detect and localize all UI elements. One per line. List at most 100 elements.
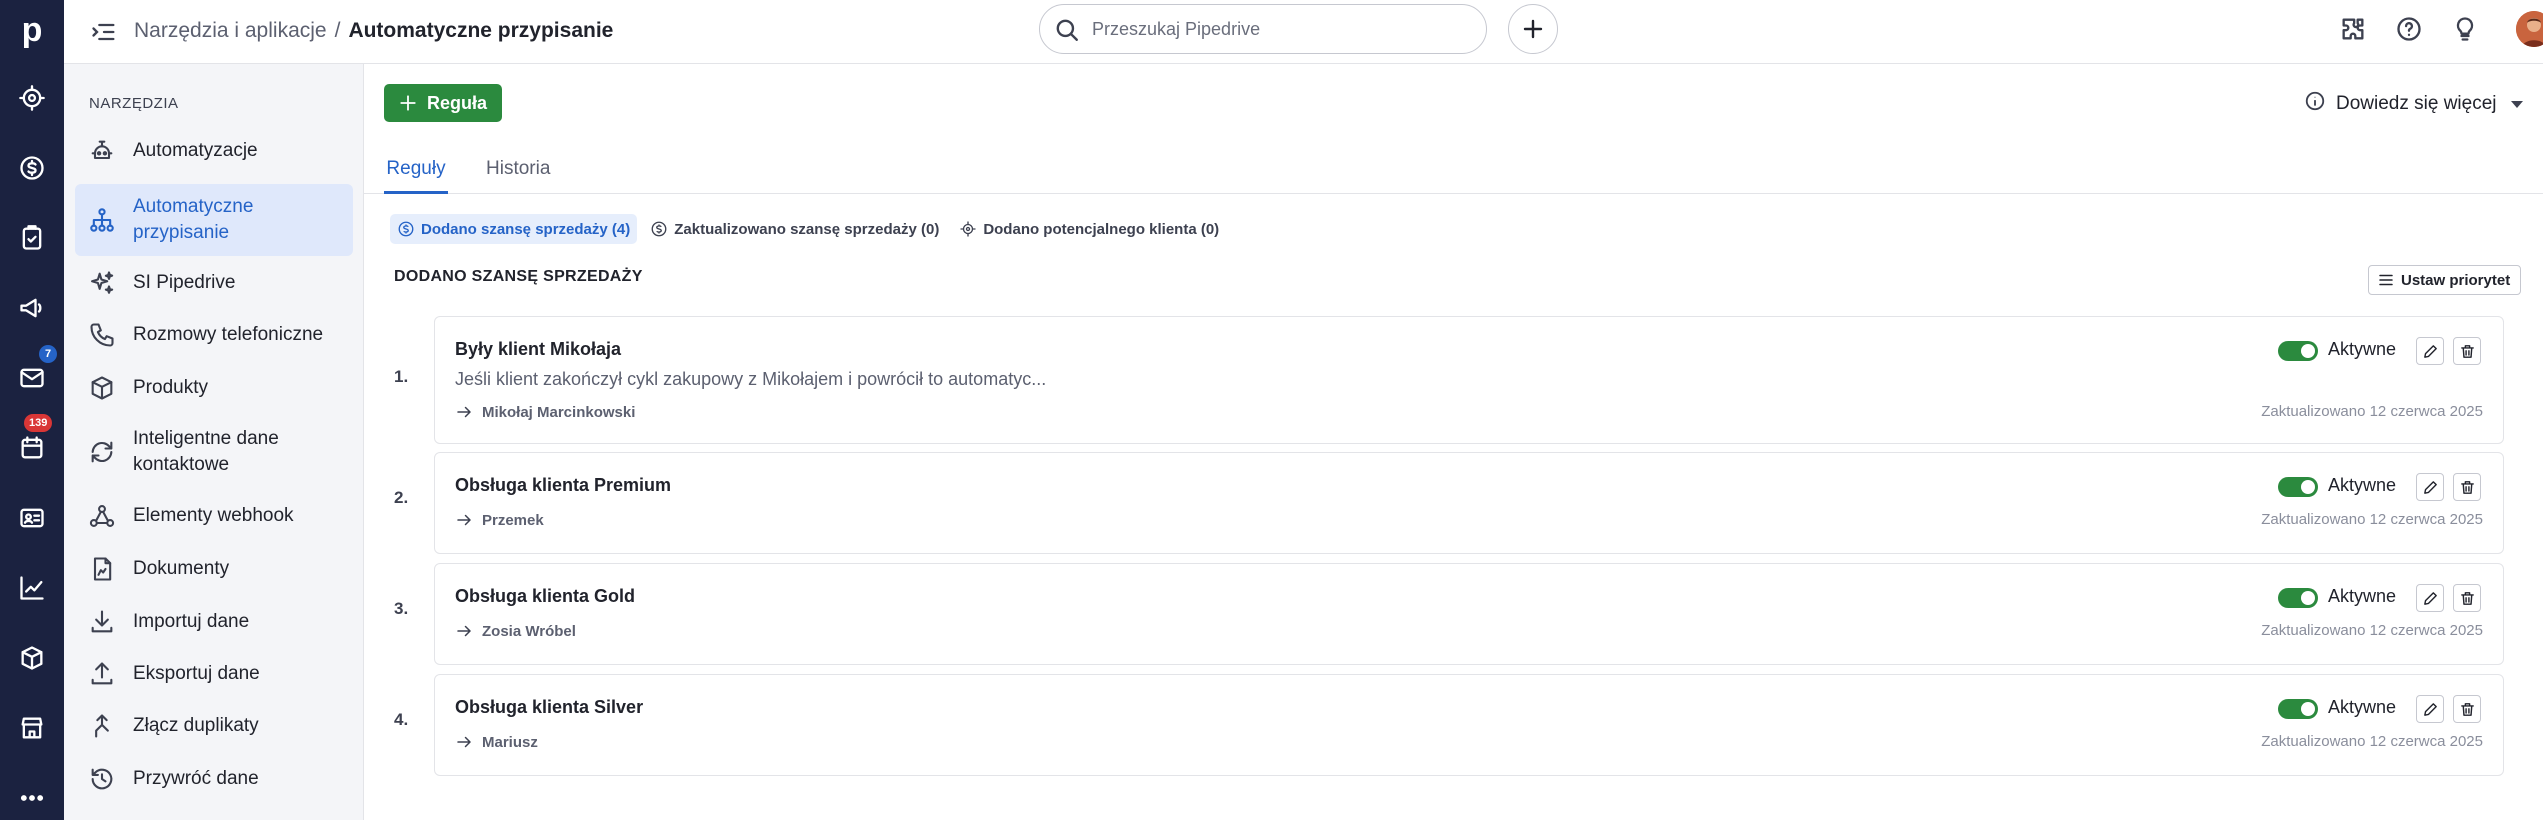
edit-rule-button[interactable] [2416,337,2444,365]
sidebar-item-label: SI Pipedrive [133,272,236,293]
rule-active-toggle[interactable] [2278,341,2318,361]
breadcrumb-parent-link[interactable]: Narzędzia i aplikacje [134,19,327,42]
sidebar-item-label: Elementy webhook [133,505,294,526]
dollar-icon [398,221,414,237]
rule-card[interactable]: Obsługa klienta Gold Zosia Wróbel Aktywn… [434,563,2504,665]
sidebar-item-zlacz-duplikaty[interactable]: Złącz duplikaty [75,705,353,747]
rule-name: Były klient Mikołaja [455,339,622,359]
section-title: DODANO SZANSĘ SPRZEDAŻY [394,268,643,285]
rule-card[interactable]: Obsługa klienta Silver Mariusz Aktywne Z… [434,674,2504,776]
add-rule-button[interactable]: Reguła [384,84,502,122]
chevron-down-icon [2510,100,2523,108]
sidebar-item-importuj-dane[interactable]: Importuj dane [75,601,353,643]
edit-rule-button[interactable] [2416,473,2444,501]
menu-collapse-icon[interactable] [90,18,118,46]
rule-name: Obsługa klienta Gold [455,586,636,606]
rule-assignee: Zosia Wróbel [455,622,576,640]
more-icon[interactable] [14,780,50,816]
megaphone-icon[interactable] [14,290,50,326]
rule-assignee: Przemek [455,511,544,529]
global-add-button[interactable] [1508,4,1558,54]
box-icon [84,374,120,402]
webhook-icon [84,502,120,530]
sidebar-item-label: Automatyzacje [133,140,258,161]
refresh-icon [84,438,120,466]
box-icon[interactable] [14,640,50,676]
sidebar-item-przywroc-dane[interactable]: Przywróć dane [75,758,353,800]
mail-badge: 7 [39,345,57,363]
arrow-right-icon [457,514,471,526]
filter-lead-added[interactable]: Dodano potencjalnego klienta (0) [952,214,1226,244]
target-icon[interactable] [14,80,50,116]
lightbulb-icon[interactable] [2450,14,2480,44]
merge-icon [84,712,120,740]
rule-active-toggle[interactable] [2278,477,2318,497]
rule-active-toggle[interactable] [2278,588,2318,608]
filter-deal-updated[interactable]: Zaktualizowano szansę sprzedaży (0) [643,214,946,244]
search-box[interactable] [1039,4,1487,54]
rule-active-toggle[interactable] [2278,699,2318,719]
rule-assignee-name: Zosia Wróbel [482,622,576,640]
edit-rule-button[interactable] [2416,695,2444,723]
sidebar-item-inteligentne-dane-kontaktowe[interactable]: Inteligentne dane kontaktowe [75,420,353,484]
rule-name: Obsługa klienta Premium [455,475,672,495]
sidebar-item-label: Rozmowy telefoniczne [133,324,324,345]
rule-card[interactable]: Były klient Mikołaja Jeśli klient zakońc… [434,316,2504,444]
user-avatar[interactable] [2516,11,2543,47]
phone-icon [84,321,120,349]
mail-icon[interactable] [14,360,50,396]
rule-card[interactable]: Obsługa klienta Premium Przemek Aktywne … [434,452,2504,554]
arrow-right-icon [457,736,471,748]
rule-number: 4. [394,710,409,729]
sidebar-item-si-pipedrive[interactable]: SI Pipedrive [75,262,353,304]
sidebar-item-dokumenty[interactable]: Dokumenty [75,548,353,590]
sidebar-item-produkty[interactable]: Produkty [75,367,353,409]
robot-icon [84,137,120,165]
rule-assignee: Mikołaj Marcinkowski [455,403,635,421]
sidebar-item-automatyzacje[interactable]: Automatyzacje [75,130,353,172]
tab-historia[interactable]: Historia [486,152,550,194]
learn-more-dropdown[interactable]: Dowiedz się więcej [2304,90,2523,118]
rule-updated-date: Zaktualizowano 12 czerwca 2025 [2261,403,2483,420]
add-rule-label: Reguła [426,92,487,113]
rule-status-label: Aktywne [2328,475,2397,495]
rule-updated-date: Zaktualizowano 12 czerwca 2025 [2261,622,2483,639]
filter-deal-added[interactable]: Dodano szansę sprzedaży (4) [390,214,638,244]
sidebar-item-label: Importuj dane [133,611,250,632]
sidebar-item-label: Złącz duplikaty [133,715,259,736]
clipboard-check-icon[interactable] [14,220,50,256]
delete-rule-button[interactable] [2453,473,2481,501]
dollar-icon[interactable] [14,150,50,186]
filter-label: Zaktualizowano szansę sprzedaży (0) [674,220,940,238]
delete-rule-button[interactable] [2453,695,2481,723]
contact-card-icon[interactable] [14,500,50,536]
list-icon [2379,274,2393,286]
edit-rule-button[interactable] [2416,584,2444,612]
help-icon[interactable] [2394,14,2424,44]
sidebar-item-automatyczne-przypisanie[interactable]: Automatyczne przypisanie [75,184,353,256]
rule-number: 3. [394,599,409,618]
app-rail: p 7 139 [0,0,64,820]
sidebar-item-rozmowy-telefoniczne[interactable]: Rozmowy telefoniczne [75,314,353,356]
sidebar-item-elementy-webhook[interactable]: Elementy webhook [75,495,353,537]
delete-rule-button[interactable] [2453,337,2481,365]
set-priority-button[interactable]: Ustaw priorytet [2368,265,2522,295]
pencil-icon [2423,702,2437,716]
rule-status-label: Aktywne [2328,697,2397,717]
rule-assignee-name: Mikołaj Marcinkowski [482,403,636,421]
rule-number: 2. [394,488,409,507]
rule-assignee-name: Przemek [482,511,544,529]
store-icon[interactable] [14,710,50,746]
calendar-icon[interactable] [14,430,50,466]
tab-reguly[interactable]: Reguły [384,152,448,194]
extensions-icon[interactable] [2338,14,2368,44]
hierarchy-icon [84,206,120,234]
chart-icon[interactable] [14,570,50,606]
sidebar-item-eksportuj-dane[interactable]: Eksportuj dane [75,653,353,695]
pipedrive-logo[interactable]: p [12,10,52,50]
search-input[interactable] [1090,15,1470,43]
breadcrumb: Narzędzia i aplikacje / Automatyczne przyp… [134,16,613,46]
delete-rule-button[interactable] [2453,584,2481,612]
rule-name: Obsługa klienta Silver [455,697,644,717]
document-icon [84,555,120,583]
